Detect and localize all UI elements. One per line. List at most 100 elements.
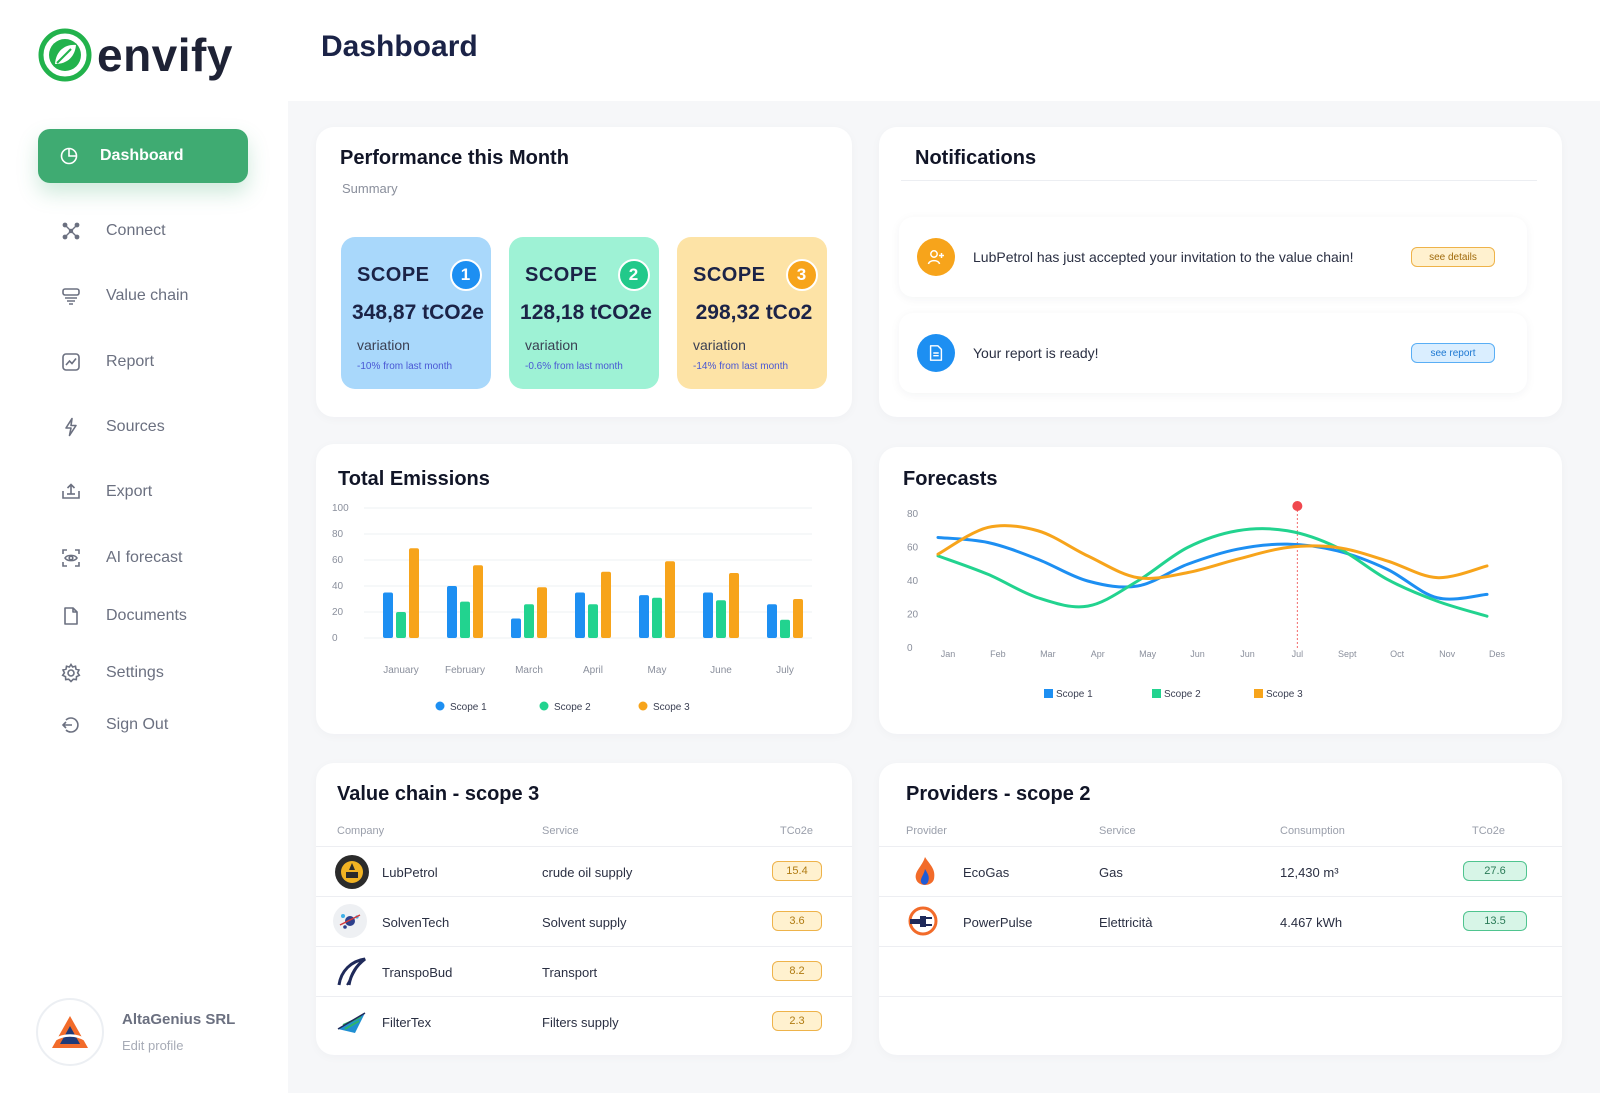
eye-scan-icon: [60, 547, 82, 569]
avatar: [36, 998, 104, 1066]
edit-profile-link[interactable]: Edit profile: [122, 1038, 235, 1053]
divider: [879, 996, 1562, 997]
divider: [901, 180, 1537, 181]
bar: [537, 587, 547, 638]
sidebar-item-label: Settings: [106, 664, 164, 681]
legend-label: Scope 3: [1266, 689, 1303, 700]
column-header: Service: [542, 825, 579, 837]
x-tick-label: January: [383, 665, 419, 676]
sidebar-item-connect[interactable]: Connect: [60, 216, 166, 246]
table-row[interactable]: PowerPulse Elettricità 4.467 kWh 13.5: [879, 896, 1562, 946]
bar: [652, 597, 662, 638]
sidebar-item-label: Dashboard: [100, 147, 184, 164]
tco2e-badge: 3.6: [772, 911, 822, 931]
profile[interactable]: AltaGenius SRL Edit profile: [36, 998, 235, 1066]
provider-name: PowerPulse: [963, 915, 1033, 930]
company-name: SolvenTech: [382, 915, 450, 930]
bar: [460, 601, 470, 638]
column-header: Consumption: [1280, 825, 1345, 837]
x-tick-label: Apr: [1091, 649, 1105, 659]
sidebar-item-value-chain[interactable]: Value chain: [60, 281, 188, 311]
value-chain-card: Value chain - scope 3 Company Service TC…: [316, 763, 852, 1055]
table-row-empty: [879, 946, 1562, 996]
bar: [524, 604, 534, 638]
profile-name: AltaGenius SRL: [122, 1011, 236, 1028]
sidebar-item-sources[interactable]: Sources: [60, 412, 165, 442]
y-tick-label: 0: [332, 633, 338, 644]
flame-logo: [908, 855, 942, 889]
table-row[interactable]: TranspoBud Transport 8.2: [316, 946, 852, 996]
providers-card: Providers - scope 2 Provider Service Con…: [879, 763, 1562, 1055]
sidebar-item-report[interactable]: Report: [60, 347, 154, 377]
app-logo[interactable]: envify: [38, 28, 233, 82]
line-chart-icon: [60, 351, 82, 373]
column-header: TCo2e: [780, 825, 814, 837]
bar: [639, 595, 649, 638]
service: Solvent supply: [542, 915, 627, 930]
scope-2-tile[interactable]: SCOPE 2 128,18 tCO2e variation -0.6% fro…: [509, 237, 659, 389]
y-tick-label: 20: [332, 607, 344, 618]
total-emissions-card: Total Emissions 0 20 40 60 80 100 January Febru…: [316, 444, 852, 734]
bar: [767, 604, 777, 638]
notification-item[interactable]: LubPetrol has just accepted your invitat…: [899, 217, 1527, 297]
bar: [383, 592, 393, 638]
scope-label: SCOPE: [357, 263, 430, 286]
scope-3-tile[interactable]: SCOPE 3 298,32 tCo2 variation -14% from …: [677, 237, 827, 389]
column-header: Service: [1099, 825, 1136, 837]
scope-number-badge: 3: [785, 259, 818, 291]
table-row[interactable]: LubPetrol crude oil supply 15.4: [316, 846, 852, 896]
export-icon: [60, 481, 82, 503]
sidebar-item-dashboard[interactable]: Dashboard: [38, 129, 248, 183]
x-tick-label: April: [583, 665, 603, 676]
sidebar-item-settings[interactable]: Settings: [60, 658, 164, 688]
bar: [780, 619, 790, 638]
solventech-logo: [333, 904, 367, 938]
sidebar-item-ai-forecast[interactable]: AI forecast: [60, 543, 182, 573]
consumption: 12,430 m³: [1280, 865, 1339, 880]
performance-card: Performance this Month Summary SCOPE 1 3…: [316, 127, 852, 417]
company-logo-icon: [52, 1016, 88, 1048]
x-tick-label: Des: [1489, 649, 1506, 659]
scope-number-badge: 2: [617, 259, 650, 291]
notification-item[interactable]: Your report is ready! see report: [899, 313, 1527, 393]
company-name: FilterTex: [382, 1015, 432, 1030]
table-row[interactable]: SolvenTech Solvent supply 3.6: [316, 896, 852, 946]
bar: [575, 592, 585, 638]
see-report-button[interactable]: see report: [1411, 343, 1495, 363]
legend-marker: [1254, 689, 1263, 698]
scope-1-tile[interactable]: SCOPE 1 348,87 tCO2e variation -10% from…: [341, 237, 491, 389]
tco2e-badge: 13.5: [1463, 911, 1527, 931]
scope-value: 348,87 tCO2e: [352, 301, 484, 324]
y-tick-label: 60: [907, 543, 919, 554]
transpobud-logo: [335, 955, 369, 989]
scope-label: SCOPE: [693, 263, 766, 286]
value-chain-title: Value chain - scope 3: [337, 783, 540, 805]
x-tick-label: Feb: [990, 649, 1006, 659]
x-tick-label: Sept: [1338, 649, 1357, 659]
legend-label: Scope 3: [653, 702, 690, 713]
leaf-logo-icon: [38, 28, 92, 82]
pie-chart-icon: [58, 145, 80, 167]
providers-title: Providers - scope 2: [906, 783, 1091, 805]
y-tick-label: 0: [907, 643, 913, 654]
company-name: TranspoBud: [382, 965, 453, 980]
x-tick-label: May: [648, 665, 667, 676]
sidebar-item-label: Value chain: [106, 287, 189, 304]
legend-marker: [1152, 689, 1161, 698]
bar: [447, 586, 457, 638]
table-row[interactable]: EcoGas Gas 12,430 m³ 27.6: [879, 846, 1562, 896]
see-details-button[interactable]: see details: [1411, 247, 1495, 267]
legend-label: Scope 1: [450, 702, 487, 713]
table-row[interactable]: FilterTex Filters supply 2.3: [316, 996, 852, 1046]
sidebar-item-sign-out[interactable]: Sign Out: [60, 710, 168, 740]
bar: [588, 604, 598, 638]
sidebar-item-label: Sources: [106, 418, 165, 435]
legend-marker: [638, 701, 648, 711]
sidebar-item-documents[interactable]: Documents: [60, 601, 187, 631]
consumption: 4.467 kWh: [1280, 915, 1343, 930]
column-header: Company: [337, 825, 385, 837]
page-title: Dashboard: [321, 30, 478, 63]
sidebar-item-export[interactable]: Export: [60, 477, 152, 507]
tco2e-badge: 8.2: [772, 961, 822, 981]
legend-label: Scope 1: [1056, 689, 1093, 700]
